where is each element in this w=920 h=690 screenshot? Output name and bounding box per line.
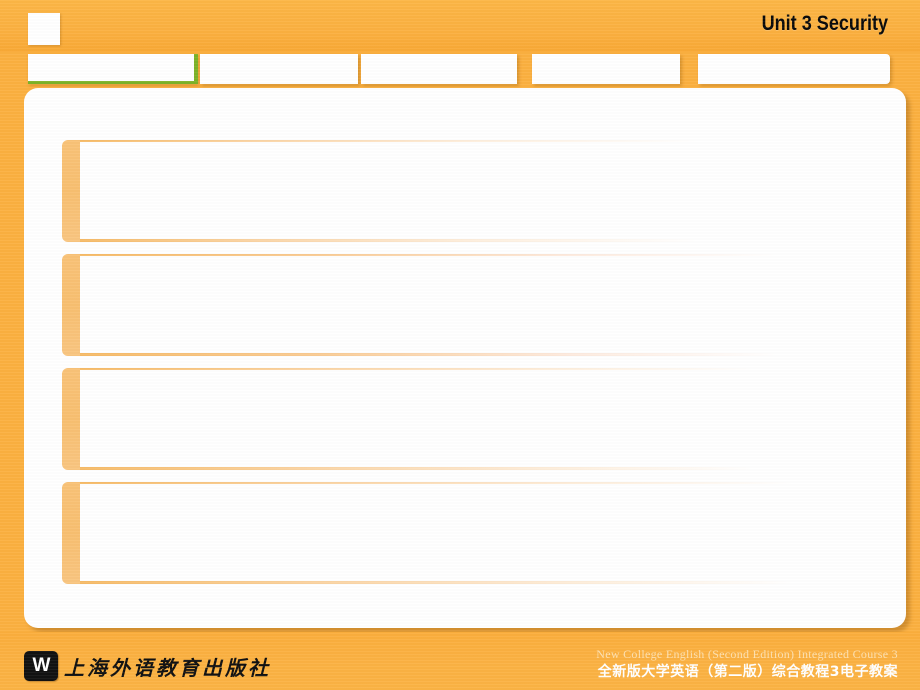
content-row-glow <box>80 137 878 246</box>
content-row[interactable] <box>62 482 872 584</box>
tab-3[interactable] <box>361 54 517 84</box>
content-row-bottom-edge <box>80 581 872 584</box>
content-row-glow <box>80 365 878 474</box>
content-row-top-edge <box>80 482 872 484</box>
content-row-accent-bar <box>62 482 80 584</box>
content-row-glow <box>80 479 878 588</box>
publisher-name: 上海外语教育出版社 <box>64 655 271 680</box>
content-row-bottom-edge <box>80 239 872 242</box>
content-row[interactable] <box>62 254 872 356</box>
tab-4-label <box>532 54 680 61</box>
content-row[interactable] <box>62 368 872 470</box>
content-row-accent-bar <box>62 140 80 242</box>
tab-strip <box>0 52 920 90</box>
content-row-top-edge <box>80 254 872 256</box>
content-row[interactable] <box>62 140 872 242</box>
tab-2[interactable] <box>200 54 358 84</box>
content-row-bottom-edge <box>80 467 872 470</box>
content-row-accent-bar <box>62 368 80 470</box>
content-row-list <box>62 140 872 596</box>
tab-5-label <box>698 54 890 61</box>
header-logo-placeholder <box>28 13 60 45</box>
publisher-logo: W 上海外语教育出版社 <box>24 651 271 681</box>
slide-canvas: Unit 3 Security W 上海外语教育出版社 New College … <box>0 0 920 690</box>
content-row-accent-bar <box>62 254 80 356</box>
tab-2-label <box>200 54 358 61</box>
tab-1[interactable] <box>28 54 198 84</box>
content-row-bottom-edge <box>80 353 872 356</box>
content-row-glow <box>80 251 878 360</box>
content-row-top-edge <box>80 140 872 142</box>
footer-band: W 上海外语教育出版社 New College English (Second … <box>0 632 920 690</box>
footer-course-title-en: New College English (Second Edition) Int… <box>596 647 898 661</box>
footer-course-title-cn: 全新版大学英语（第二版）综合教程3电子教案 <box>597 664 898 680</box>
page-title: Unit 3 Security <box>761 12 888 35</box>
footer-course-info: New College English (Second Edition) Int… <box>596 646 898 682</box>
content-row-top-edge <box>80 368 872 370</box>
tab-5[interactable] <box>698 54 890 84</box>
tab-1-label <box>28 54 194 61</box>
publisher-w-mark: W <box>24 651 58 681</box>
content-panel <box>24 88 906 628</box>
header-band: Unit 3 Security <box>0 0 920 52</box>
tab-3-label <box>361 54 517 61</box>
tab-4[interactable] <box>532 54 680 84</box>
